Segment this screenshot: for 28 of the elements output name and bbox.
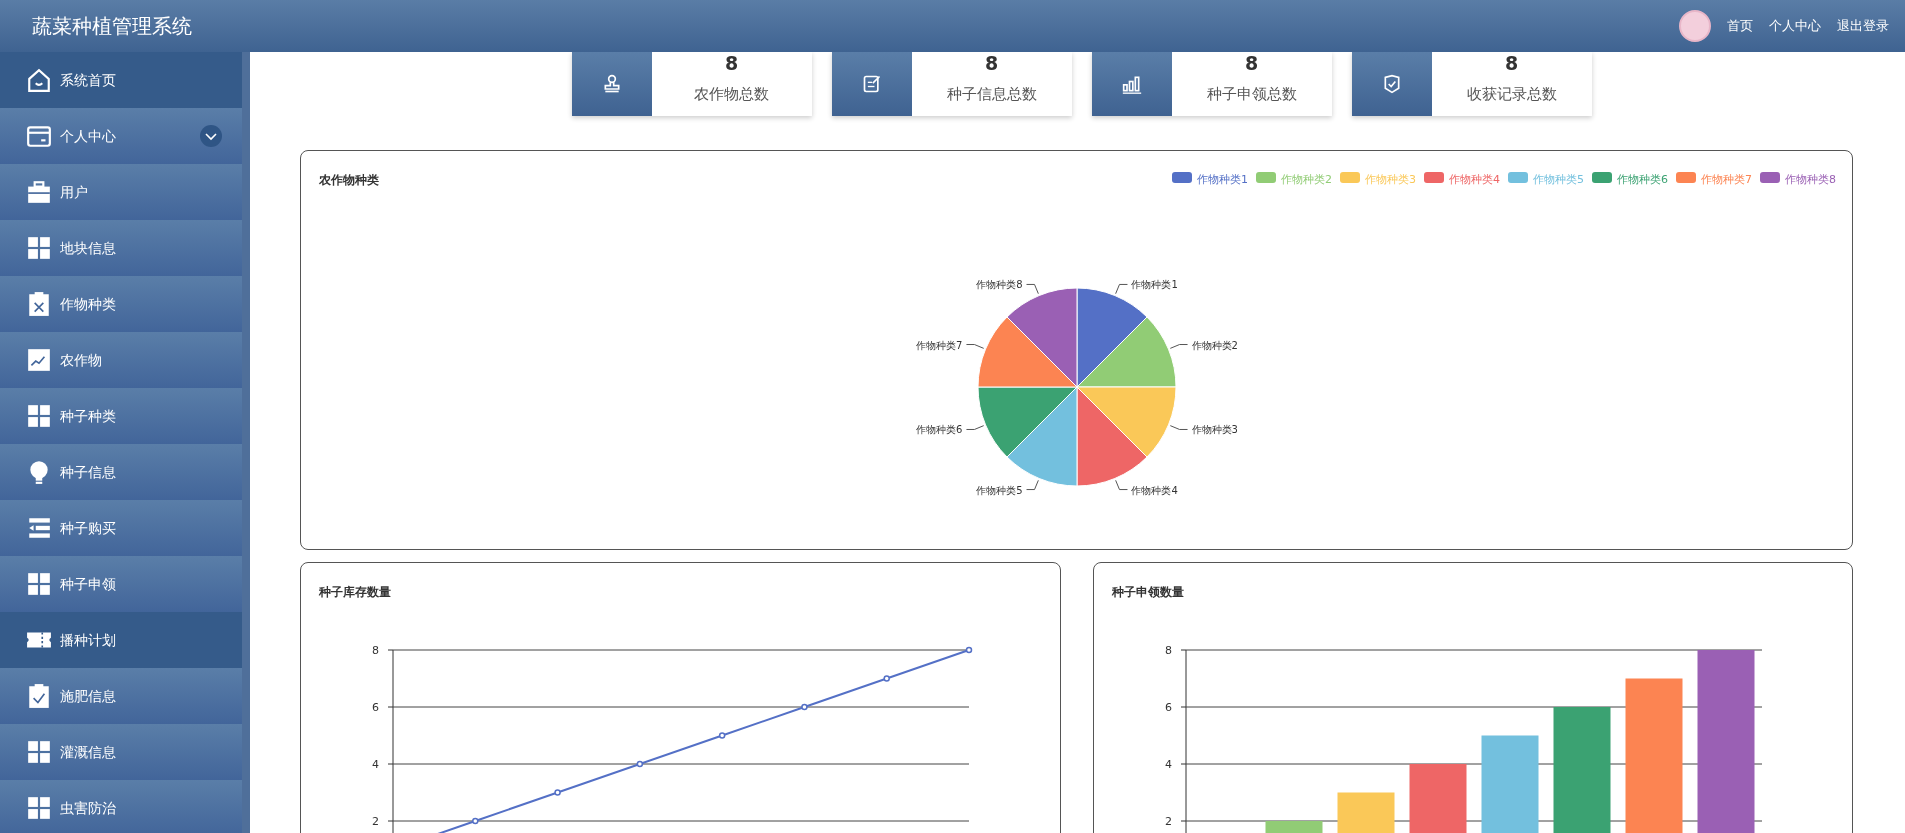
- stat-value: 8: [1243, 54, 1260, 73]
- slice-label: 作物种类1: [1131, 279, 1178, 291]
- axis-tick-label: 4: [372, 758, 379, 771]
- axis-tick-label: 2: [1164, 815, 1172, 828]
- axis-tick-label: 4: [1164, 758, 1172, 771]
- slice-label: 作物种类7: [915, 339, 962, 351]
- axis-tick-label: 8: [1164, 644, 1172, 657]
- axis-tick-label: 8: [372, 644, 379, 657]
- axis-tick-label: 2: [372, 815, 379, 828]
- stat-label: 种子申领总数: [1205, 84, 1298, 105]
- axis-tick-label: 6: [1164, 701, 1172, 714]
- slice-label: 作物种类2: [1191, 339, 1238, 351]
- stat-label: 农作物总数: [693, 84, 770, 105]
- stat-value: 8: [723, 54, 740, 73]
- chart-title: 农作物种类: [319, 172, 379, 189]
- app-title: 蔬菜种植管理系统: [31, 13, 192, 40]
- stat-value: 8: [983, 54, 1000, 73]
- slice-label: 作物种类3: [1191, 424, 1238, 436]
- slice-label: 作物种类5: [975, 484, 1022, 496]
- stat-label: 收获记录总数: [1465, 84, 1558, 105]
- chart-title: 种子库存数量: [319, 584, 391, 601]
- chart-title: 种子申领数量: [1111, 584, 1184, 601]
- slice-label: 作物种类4: [1131, 484, 1178, 496]
- axis-tick-label: 6: [372, 701, 379, 714]
- stat-label: 种子信息总数: [945, 84, 1038, 105]
- slice-label: 作物种类6: [915, 424, 962, 436]
- slice-label: 作物种类8: [975, 279, 1022, 291]
- stat-value: 8: [1503, 54, 1520, 73]
